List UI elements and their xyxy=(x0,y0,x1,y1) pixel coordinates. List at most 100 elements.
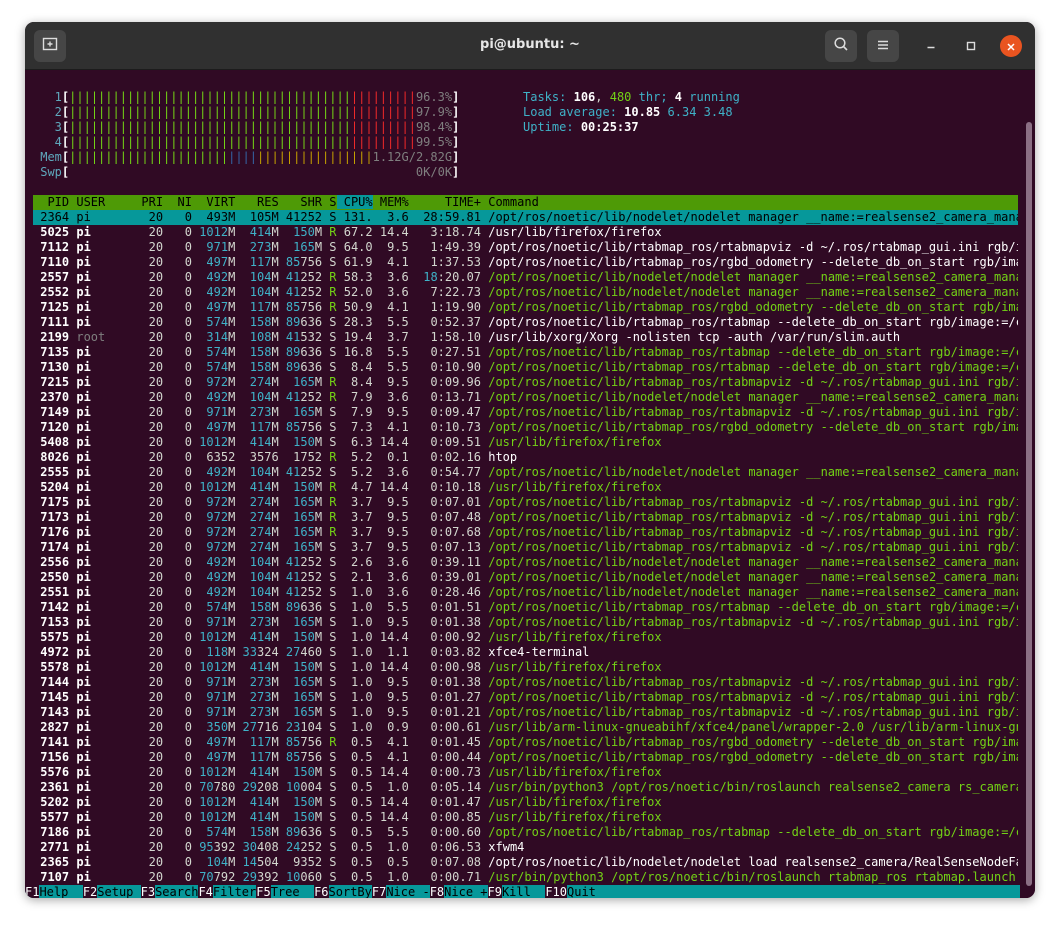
cell-pri: 20 xyxy=(134,750,164,764)
fkey-label-f2[interactable]: Setup xyxy=(97,885,140,898)
scrollbar[interactable] xyxy=(1026,122,1032,886)
process-row[interactable]: 2199 root 20 0 314M 108M 41532 S 19.4 3.… xyxy=(33,330,1018,345)
fkey-label-f5[interactable]: Tree xyxy=(271,885,314,898)
process-row[interactable]: 2365 pi 20 0 104M 14504 9352 S 0.5 0.5 0… xyxy=(33,855,1018,870)
column-header-s[interactable]: S xyxy=(322,195,336,209)
column-header-mem[interactable]: MEM% xyxy=(373,195,409,209)
process-row[interactable]: 2370 pi 20 0 492M 104M 41252 R 7.9 3.6 0… xyxy=(33,390,1018,405)
process-row[interactable]: 7141 pi 20 0 497M 117M 85756 R 0.5 4.1 0… xyxy=(33,735,1018,750)
process-row[interactable]: 7120 pi 20 0 497M 117M 85756 S 7.3 4.1 0… xyxy=(33,420,1018,435)
cell-mem: 14.4 xyxy=(372,795,409,809)
fkey-label-f10[interactable]: Quit xyxy=(567,885,596,898)
process-row[interactable]: 7156 pi 20 0 497M 117M 85756 S 0.5 4.1 0… xyxy=(33,750,1018,765)
load-15: 3.48 xyxy=(703,105,733,119)
cell-s: R xyxy=(322,225,337,239)
process-row[interactable]: 2556 pi 20 0 492M 104M 41252 S 2.6 3.6 0… xyxy=(33,555,1018,570)
process-row[interactable]: 7110 pi 20 0 497M 117M 85756 S 61.9 4.1 … xyxy=(33,255,1018,270)
process-row[interactable]: 2552 pi 20 0 492M 104M 41252 R 52.0 3.6 … xyxy=(33,285,1018,300)
column-header-pri[interactable]: PRI xyxy=(134,195,163,209)
process-row[interactable]: 7176 pi 20 0 972M 274M 165M R 3.7 9.5 0:… xyxy=(33,525,1018,540)
column-header-shr[interactable]: SHR xyxy=(279,195,322,209)
cell-shr: 165M xyxy=(279,675,322,689)
process-row[interactable]: 7153 pi 20 0 971M 273M 165M S 1.0 9.5 0:… xyxy=(33,615,1018,630)
fkey-label-f3[interactable]: Search xyxy=(155,885,198,898)
process-row[interactable]: 7142 pi 20 0 574M 158M 89636 S 1.0 5.5 0… xyxy=(33,600,1018,615)
process-row[interactable]: 5408 pi 20 0 1012M 414M 150M S 6.3 14.4 … xyxy=(33,435,1018,450)
fkey-label-f1[interactable]: Help xyxy=(39,885,82,898)
fkey-f4: F4 xyxy=(198,885,213,898)
fkey-label-f4[interactable]: Filter xyxy=(213,885,256,898)
process-row[interactable]: 5578 pi 20 0 1012M 414M 150M S 1.0 14.4 … xyxy=(33,660,1018,675)
cell-virt: 95392 xyxy=(192,840,235,854)
process-row[interactable]: 5025 pi 20 0 1012M 414M 150M R 67.2 14.4… xyxy=(33,225,1018,240)
fkey-label-f6[interactable]: SortBy xyxy=(329,885,372,898)
maximize-button[interactable] xyxy=(960,35,982,57)
column-header-command[interactable]: Command xyxy=(481,195,539,209)
cell-time: 0:01.45 xyxy=(408,735,482,749)
process-row[interactable]: 5577 pi 20 0 1012M 414M 150M S 0.5 14.4 … xyxy=(33,810,1018,825)
process-row[interactable]: 7130 pi 20 0 574M 158M 89636 S 8.4 5.5 0… xyxy=(33,360,1018,375)
process-row[interactable]: 7174 pi 20 0 972M 274M 165M S 3.7 9.5 0:… xyxy=(33,540,1018,555)
cell-virt-num: 971 xyxy=(191,675,229,689)
process-row[interactable]: 7149 pi 20 0 971M 273M 165M S 7.9 9.5 0:… xyxy=(33,405,1018,420)
process-row[interactable]: 7107 pi 20 0 70792 29392 10060 S 0.5 1.0… xyxy=(33,870,1018,885)
column-header-pid[interactable]: PID xyxy=(33,195,69,209)
process-row[interactable]: 8026 pi 20 0 6352 3576 1752 R 5.2 0.1 0:… xyxy=(33,450,1018,465)
cell-ni: 0 xyxy=(163,570,192,584)
process-row[interactable]: 5576 pi 20 0 1012M 414M 150M S 0.5 14.4 … xyxy=(33,765,1018,780)
fkey-label-f9[interactable]: Kill xyxy=(502,885,545,898)
process-row[interactable]: 2361 pi 20 0 70780 29208 10004 S 0.5 1.0… xyxy=(33,780,1018,795)
process-row[interactable]: 2827 pi 20 0 350M 27716 23104 S 1.0 0.9 … xyxy=(33,720,1018,735)
process-row[interactable]: 7111 pi 20 0 574M 158M 89636 S 28.3 5.5 … xyxy=(33,315,1018,330)
process-row[interactable]: 7186 pi 20 0 574M 158M 89636 S 0.5 5.5 0… xyxy=(33,825,1018,840)
process-row[interactable]: 7112 pi 20 0 971M 273M 165M S 64.0 9.5 1… xyxy=(33,240,1018,255)
process-row[interactable]: 4972 pi 20 0 118M 33324 27460 S 1.0 1.1 … xyxy=(33,645,1018,660)
cell-virt: 972M xyxy=(192,510,235,524)
cell-time: 0:28.46 xyxy=(408,585,482,599)
cell-virt-hi: 70 xyxy=(191,780,214,794)
fkey-label-f7[interactable]: Nice - xyxy=(386,885,429,898)
column-header-ni[interactable]: NI xyxy=(163,195,192,209)
column-header-res[interactable]: RES xyxy=(235,195,279,209)
cell-cpu: 1.0 xyxy=(336,690,373,704)
cell-cpu: 1.0 xyxy=(336,585,373,599)
minimize-button[interactable] xyxy=(920,35,942,57)
process-row[interactable]: 7135 pi 20 0 574M 158M 89636 S 16.8 5.5 … xyxy=(33,345,1018,360)
cell-user: pi xyxy=(69,555,135,569)
process-row[interactable]: 2555 pi 20 0 492M 104M 41252 S 5.2 3.6 0… xyxy=(33,465,1018,480)
cell-mem: 9.5 xyxy=(372,495,409,509)
fkey-label-f8[interactable]: Nice + xyxy=(444,885,487,898)
process-row[interactable]: 2364 pi 20 0 493M 105M 41252 S 131. 3.6 … xyxy=(33,210,1018,225)
process-row[interactable]: 2551 pi 20 0 492M 104M 41252 S 1.0 3.6 0… xyxy=(33,585,1018,600)
cell-time: 0:10.73 xyxy=(408,420,482,434)
column-header-time[interactable]: TIME+ xyxy=(409,195,481,209)
close-button[interactable] xyxy=(1000,35,1022,57)
process-row[interactable]: 7145 pi 20 0 971M 273M 165M S 1.0 9.5 0:… xyxy=(33,690,1018,705)
htop-terminal[interactable]: 1[||||||||||||||||||||||||||||||||||||||… xyxy=(25,70,1035,898)
column-header-user[interactable]: USER xyxy=(69,195,134,209)
process-row[interactable]: 5202 pi 20 0 1012M 414M 150M S 0.5 14.4 … xyxy=(33,795,1018,810)
process-table-header[interactable]: PID USER PRI NI VIRT RES SHR S CPU% MEM%… xyxy=(33,195,1018,210)
process-row[interactable]: 7143 pi 20 0 971M 273M 165M S 1.0 9.5 0:… xyxy=(33,705,1018,720)
process-row[interactable]: 7173 pi 20 0 972M 274M 165M R 3.7 9.5 0:… xyxy=(33,510,1018,525)
process-row[interactable]: 7125 pi 20 0 497M 117M 85756 R 50.9 4.1 … xyxy=(33,300,1018,315)
process-row[interactable]: 7144 pi 20 0 971M 273M 165M S 1.0 9.5 0:… xyxy=(33,675,1018,690)
column-header-virt[interactable]: VIRT xyxy=(192,195,235,209)
search-button[interactable] xyxy=(825,30,857,62)
cell-pid: 7111 xyxy=(33,315,70,329)
process-row[interactable]: 5575 pi 20 0 1012M 414M 150M S 1.0 14.4 … xyxy=(33,630,1018,645)
process-row[interactable]: 5204 pi 20 0 1012M 414M 150M R 4.7 14.4 … xyxy=(33,480,1018,495)
process-row[interactable]: 7215 pi 20 0 972M 274M 165M R 8.4 9.5 0:… xyxy=(33,375,1018,390)
cell-shr: 85756 xyxy=(279,735,322,749)
cell-s: R xyxy=(322,270,337,284)
cell-command: /opt/ros/noetic/lib/rtabmap_ros/rgbd_odo… xyxy=(481,420,1018,434)
process-row[interactable]: 7175 pi 20 0 972M 274M 165M R 3.7 9.5 0:… xyxy=(33,495,1018,510)
process-row[interactable]: 2550 pi 20 0 492M 104M 41252 S 2.1 3.6 0… xyxy=(33,570,1018,585)
function-key-bar[interactable]: F1Help F2Setup F3SearchF4FilterF5Tree F6… xyxy=(25,885,1020,898)
menu-button[interactable] xyxy=(867,30,899,62)
process-row[interactable]: 2557 pi 20 0 492M 104M 41252 R 58.3 3.6 … xyxy=(33,270,1018,285)
cell-res-hi: 30 xyxy=(235,840,258,854)
column-header-cpu[interactable]: CPU% xyxy=(336,195,373,209)
process-row[interactable]: 2771 pi 20 0 95392 30408 24252 S 0.5 1.0… xyxy=(33,840,1018,855)
cell-shr: 24252 xyxy=(279,840,322,854)
